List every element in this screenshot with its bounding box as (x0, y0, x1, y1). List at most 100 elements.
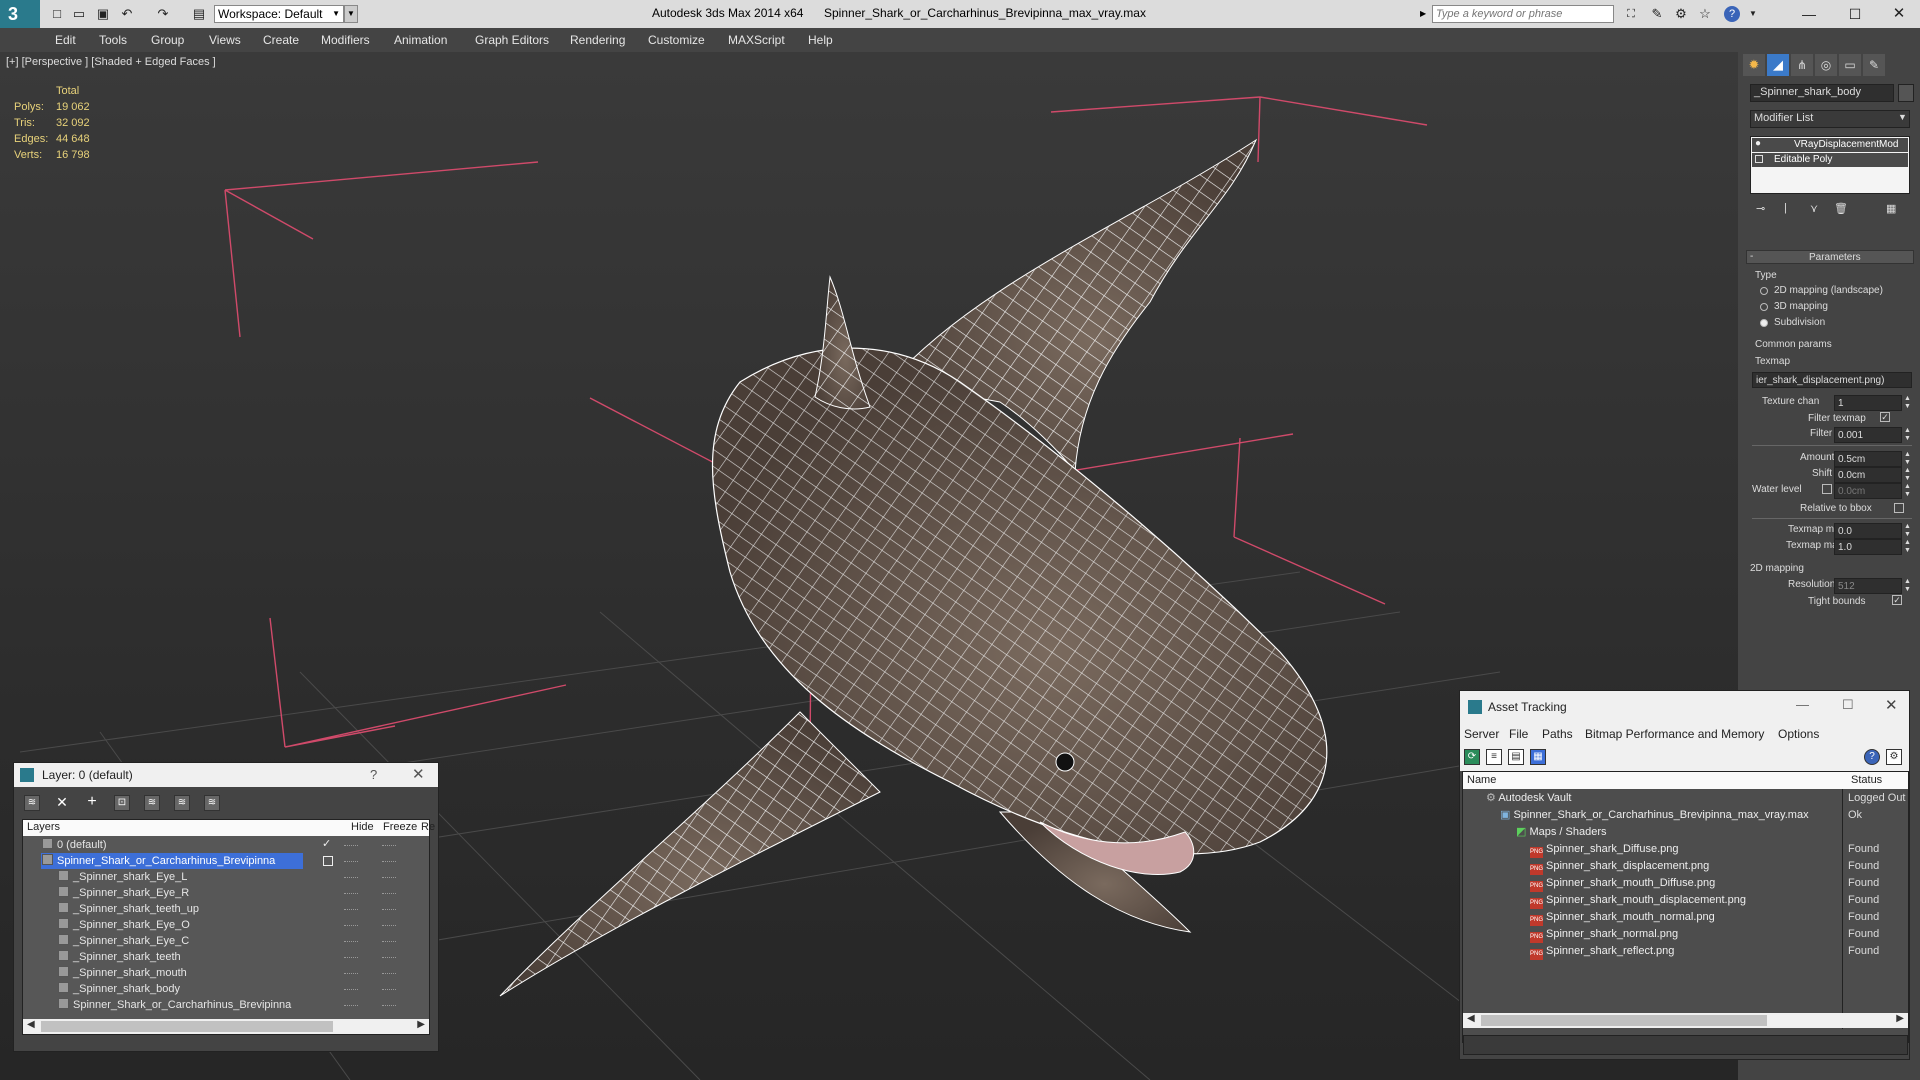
asset-menu-server[interactable]: Server (1464, 727, 1499, 741)
asset-row-mouth-diffuse[interactable]: PNG Spinner_shark_mouth_Diffuse.png (1464, 875, 1907, 892)
parameters-rollout-header[interactable]: - Parameters (1746, 250, 1914, 264)
asset-path-field[interactable] (1463, 1035, 1908, 1055)
asset-row-displacement[interactable]: PNG Spinner_shark_displacement.png (1464, 858, 1907, 875)
layer-row-body[interactable]: _Spinner_shark_body (58, 981, 368, 997)
hierarchy-tab[interactable]: ⋔ (1791, 54, 1813, 76)
layer-row-eye-r[interactable]: _Spinner_shark_Eye_R (58, 885, 368, 901)
create-tab[interactable]: ✹ (1743, 54, 1765, 76)
texmap-max-input[interactable]: 1.0 (1834, 539, 1902, 555)
spinner-icon[interactable]: ▲ ▼ (1904, 395, 1911, 411)
new-file-icon[interactable]: □ (48, 6, 66, 22)
object-color-swatch[interactable] (1898, 84, 1914, 102)
asset-horizontal-scrollbar[interactable]: ◀ ▶ (1463, 1013, 1908, 1028)
object-name-field[interactable]: _Spinner_shark_body (1750, 84, 1894, 102)
spinner-icon[interactable]: ▲ ▼ (1904, 451, 1911, 467)
layer-row-eye-c[interactable]: _Spinner_shark_Eye_C (58, 933, 368, 949)
layer-window-close-button[interactable]: ✕ (412, 765, 425, 783)
asset-row-normal[interactable]: PNG Spinner_shark_normal.png (1464, 926, 1907, 943)
freeze-toggle[interactable] (382, 925, 396, 926)
layer-row-eye-l[interactable]: _Spinner_shark_Eye_L (58, 869, 368, 885)
asset-window-close-button[interactable]: ✕ (1885, 696, 1898, 714)
active-layer-check-icon[interactable]: ✓ (322, 837, 331, 850)
hide-toggle[interactable] (344, 909, 358, 910)
undo-icon[interactable]: ↶ (118, 6, 136, 22)
asset-row-diffuse[interactable]: PNG Spinner_shark_Diffuse.png (1464, 841, 1907, 858)
expand-plus-icon[interactable] (1755, 155, 1763, 163)
list-view-icon[interactable]: ≡ (1486, 749, 1502, 765)
asset-row-mouth-displacement[interactable]: PNG Spinner_shark_mouth_displacement.png (1464, 892, 1907, 909)
radio-2d-mapping[interactable] (1760, 287, 1768, 295)
spinner-icon[interactable]: ▲ ▼ (1904, 523, 1911, 539)
scroll-thumb[interactable] (1481, 1015, 1767, 1026)
layer-row-eye-o[interactable]: _Spinner_shark_Eye_O (58, 917, 368, 933)
close-button[interactable]: ✕ (1890, 6, 1908, 22)
binoculars-icon[interactable]: ⛶ (1622, 6, 1640, 22)
asset-window-maximize-button[interactable]: ☐ (1842, 697, 1854, 713)
menu-graph-editors[interactable]: Graph Editors (475, 33, 549, 47)
add-to-layer-icon[interactable]: + (84, 794, 100, 811)
app-logo-button[interactable] (0, 0, 40, 28)
hide-toggle[interactable] (344, 877, 358, 878)
col-layers[interactable]: Layers (27, 821, 60, 833)
freeze-toggle[interactable] (382, 989, 396, 990)
hide-all-layers-icon[interactable]: ≋ (174, 795, 190, 811)
help-dropdown-icon[interactable]: ▼ (1744, 6, 1762, 22)
display-tab[interactable]: ▭ (1839, 54, 1861, 76)
remove-modifier-icon[interactable]: 🗑 (1834, 202, 1848, 215)
freeze-toggle[interactable] (382, 909, 396, 910)
menu-create[interactable]: Create (263, 33, 299, 47)
minimize-button[interactable]: — (1800, 6, 1818, 22)
asset-row-reflect[interactable]: PNG Spinner_shark_reflect.png (1464, 943, 1907, 960)
modifier-list-dropdown[interactable]: Modifier List (1750, 110, 1910, 128)
spinner-icon[interactable]: ▲ ▼ (1904, 427, 1911, 443)
scroll-right-icon[interactable]: ▶ (1896, 1013, 1904, 1024)
open-file-icon[interactable]: ▭ (70, 6, 88, 22)
texmap-button[interactable]: ier_shark_displacement.png) (1752, 372, 1912, 388)
hide-toggle[interactable] (344, 925, 358, 926)
scroll-thumb[interactable] (41, 1021, 333, 1032)
layer-horizontal-scrollbar[interactable]: ◀ ▶ (23, 1019, 429, 1034)
freeze-toggle[interactable] (382, 1005, 396, 1006)
col-name[interactable]: Name (1467, 774, 1496, 786)
resolution-input[interactable]: 512 (1834, 578, 1902, 594)
search-expand-icon[interactable]: ▶ (1420, 9, 1426, 18)
project-folder-icon[interactable]: ▤ (190, 6, 208, 22)
create-layer-icon[interactable]: ≋ (24, 795, 40, 811)
asset-menu-file[interactable]: File (1509, 727, 1528, 741)
freeze-toggle[interactable] (382, 941, 396, 942)
spinner-icon[interactable]: ▲ ▼ (1904, 483, 1911, 499)
utilities-tab[interactable]: ✎ (1863, 54, 1885, 76)
layer-window-help-button[interactable]: ? (370, 767, 377, 782)
thumbnail-view-icon[interactable]: ▤ (1508, 749, 1524, 765)
menu-customize[interactable]: Customize (648, 33, 705, 47)
filter-blur-input[interactable]: 0.001 (1834, 427, 1902, 443)
asset-help-icon[interactable]: ? (1864, 749, 1880, 765)
workspace-dropdown-arrow[interactable]: ▼ (344, 5, 358, 23)
layer-row-teeth[interactable]: _Spinner_shark_teeth (58, 949, 368, 965)
asset-settings-icon[interactable]: ⚙ (1886, 749, 1902, 765)
lightbulb-icon[interactable]: ● (1755, 138, 1761, 149)
show-end-result-icon[interactable]: | (1784, 202, 1787, 214)
maximize-button[interactable]: ☐ (1846, 6, 1864, 22)
asset-row-vault[interactable]: ⚙ Autodesk Vault (1464, 790, 1907, 807)
layer-row-teeth-up[interactable]: _Spinner_shark_teeth_up (58, 901, 368, 917)
freeze-toggle[interactable] (382, 861, 396, 862)
asset-menu-paths[interactable]: Paths (1542, 727, 1573, 741)
communication-icon[interactable]: ⚙ (1672, 6, 1690, 22)
menu-help[interactable]: Help (808, 33, 833, 47)
texmap-min-input[interactable]: 0.0 (1834, 523, 1902, 539)
menu-views[interactable]: Views (209, 33, 241, 47)
layer-window-titlebar[interactable]: Layer: 0 (default) ? ✕ (14, 763, 438, 787)
asset-menu-options[interactable]: Options (1778, 727, 1819, 741)
layer-row-mouth[interactable]: _Spinner_shark_mouth (58, 965, 368, 981)
col-render[interactable]: Re (421, 821, 435, 833)
asset-menu-bitmap[interactable]: Bitmap Performance and Memory (1585, 727, 1764, 741)
hide-toggle[interactable] (344, 1005, 358, 1006)
freeze-toggle[interactable] (382, 957, 396, 958)
hide-toggle[interactable] (344, 893, 358, 894)
modifier-stack-item-vray[interactable]: ● VRayDisplacementMod (1752, 138, 1908, 152)
workspace-dropdown[interactable]: Workspace: Default ▼ (214, 5, 344, 23)
radio-subdivision[interactable] (1760, 319, 1768, 327)
hide-toggle[interactable] (344, 989, 358, 990)
freeze-toggle[interactable] (382, 877, 396, 878)
